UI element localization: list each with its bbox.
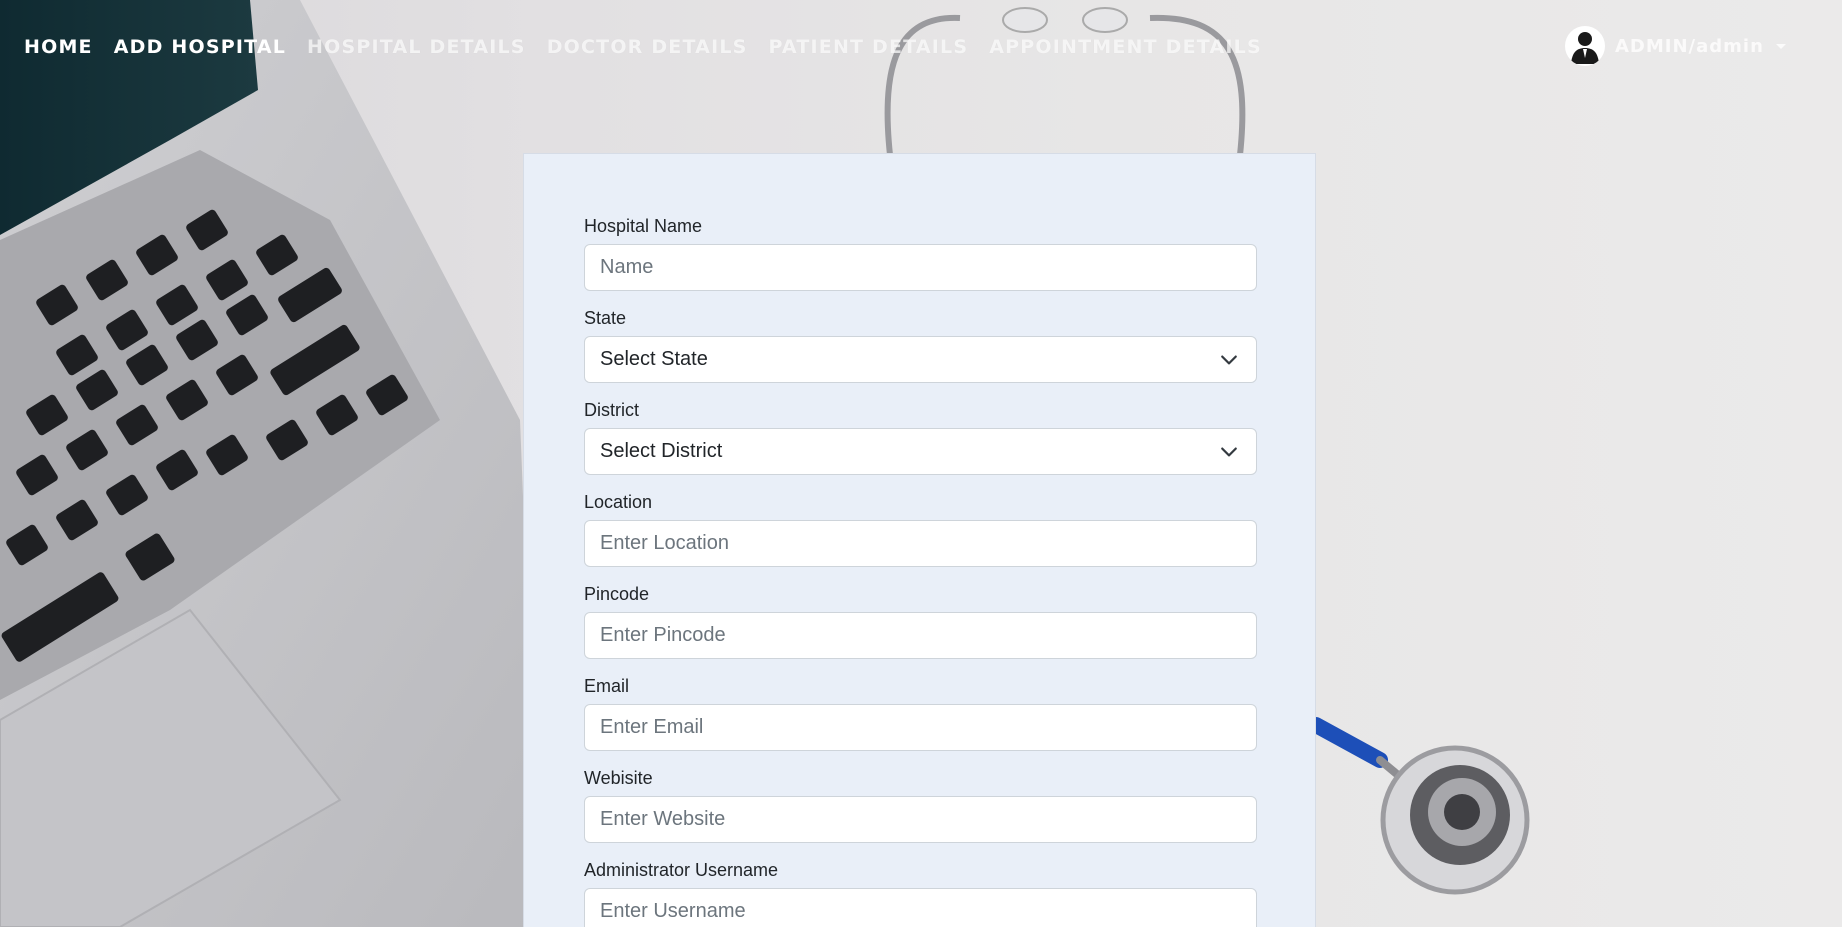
nav-add-hospital[interactable]: ADD HOSPITAL — [114, 36, 286, 58]
user-name: ADMIN/admin — [1615, 35, 1764, 57]
add-hospital-form: Hospital Name State Select State Distric… — [523, 153, 1316, 927]
laptop-keyboard — [0, 150, 440, 700]
chevron-down-icon — [1221, 355, 1237, 364]
nav-hospital-details[interactable]: HOSPITAL DETAILS — [307, 36, 526, 58]
hospital-name-group: Hospital Name — [584, 216, 1257, 291]
chevron-down-icon — [1775, 43, 1786, 49]
website-group: Webisite — [584, 768, 1257, 843]
admin-username-label: Administrator Username — [584, 860, 779, 880]
user-menu-dropdown[interactable]: ADMIN/admin — [1565, 26, 1786, 66]
email-label: Email — [584, 676, 630, 696]
state-group: State Select State — [584, 308, 1257, 383]
page: HOME ADD HOSPITAL HOSPITAL DETAILS DOCTO… — [0, 0, 1842, 927]
hospital-name-label: Hospital Name — [584, 216, 703, 236]
laptop-trackpad — [0, 608, 342, 927]
state-label: State — [584, 308, 627, 328]
location-input[interactable] — [584, 520, 1257, 567]
location-group: Location — [584, 492, 1257, 567]
admin-username-input[interactable] — [584, 888, 1257, 927]
website-label: Webisite — [584, 768, 653, 788]
user-avatar-icon — [1565, 26, 1605, 66]
hospital-name-input[interactable] — [584, 244, 1257, 291]
nav-appointment-details[interactable]: APPOINTMENT DETAILS — [989, 36, 1262, 58]
email-input[interactable] — [584, 704, 1257, 751]
chevron-down-icon — [1221, 447, 1237, 456]
location-label: Location — [584, 492, 653, 512]
nav-doctor-details[interactable]: DOCTOR DETAILS — [547, 36, 748, 58]
pincode-label: Pincode — [584, 584, 650, 604]
state-select[interactable]: Select State — [584, 336, 1257, 383]
keyboard-keys — [1, 209, 408, 662]
district-label: District — [584, 400, 639, 420]
stethoscope-tube-blue — [1308, 717, 1388, 768]
nav-home[interactable]: HOME — [24, 36, 93, 58]
nav-patient-details[interactable]: PATIENT DETAILS — [769, 36, 969, 58]
pincode-group: Pincode — [584, 584, 1257, 659]
laptop-body — [0, 0, 540, 927]
admin-username-group: Administrator Username — [584, 860, 1257, 927]
top-navbar: HOME ADD HOSPITAL HOSPITAL DETAILS DOCTO… — [0, 0, 1842, 94]
email-group: Email — [584, 676, 1257, 751]
district-group: District Select District — [584, 400, 1257, 475]
state-select-value: Select State — [600, 348, 708, 370]
pincode-input[interactable] — [584, 612, 1257, 659]
stethoscope-chestpiece — [1380, 745, 1530, 895]
district-select-value: Select District — [600, 440, 723, 462]
website-input[interactable] — [584, 796, 1257, 843]
nav-links: HOME ADD HOSPITAL HOSPITAL DETAILS DOCTO… — [24, 36, 1262, 58]
district-select[interactable]: Select District — [584, 428, 1257, 475]
